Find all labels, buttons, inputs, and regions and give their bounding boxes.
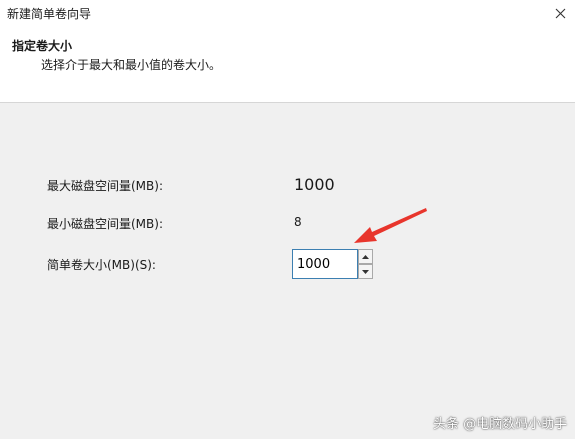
window-title: 新建简单卷向导 — [7, 7, 92, 21]
volume-size-label: 简单卷大小(MB)(S): — [47, 258, 156, 272]
header-panel: 指定卷大小 选择介于最大和最小值的卷大小。 — [0, 26, 575, 103]
chevron-up-icon — [362, 254, 369, 259]
step-description: 选择介于最大和最小值的卷大小。 — [41, 58, 222, 72]
min-size-label: 最小磁盘空间量(MB): — [47, 217, 163, 231]
spin-down-button[interactable] — [358, 264, 373, 279]
red-arrow-annotation — [354, 208, 427, 243]
max-size-value: 1000 — [294, 175, 335, 194]
volume-size-stepper — [292, 249, 373, 279]
step-title: 指定卷大小 — [12, 39, 73, 53]
close-icon — [555, 8, 566, 18]
spin-up-button[interactable] — [358, 249, 373, 264]
chevron-down-icon — [362, 269, 369, 274]
min-size-value: 8 — [294, 215, 302, 229]
title-bar: 新建简单卷向导 — [0, 0, 575, 26]
wizard-window: 新建简单卷向导 指定卷大小 选择介于最大和最小值的卷大小。 最大磁盘空间量(MB… — [0, 0, 575, 439]
watermark: 头条 @电脑数码小助手 — [433, 417, 568, 432]
volume-size-input[interactable] — [292, 249, 358, 279]
close-button[interactable] — [546, 0, 575, 26]
max-size-label: 最大磁盘空间量(MB): — [47, 179, 163, 193]
